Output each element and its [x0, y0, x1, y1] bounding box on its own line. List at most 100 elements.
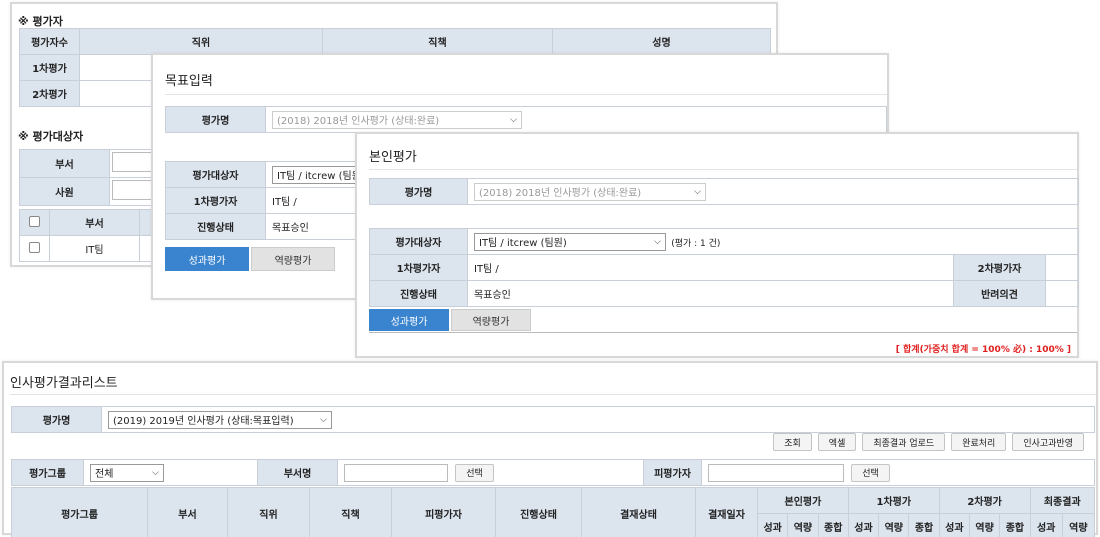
eval-name-label: 평가명 [369, 178, 468, 205]
eval-name-cell: (2019) 2019년 인사평가 (상태:목표입력) ⌵ [101, 406, 1095, 433]
select-all-checkbox[interactable] [29, 215, 40, 227]
group-final: 최종결과 [1029, 487, 1096, 514]
group-self: 본인평가 [757, 487, 849, 514]
eval-name-label: 평가명 [165, 106, 266, 133]
group-label: 평가그룹 [11, 459, 84, 486]
window-title: 인사평가결과리스트 [10, 376, 118, 391]
evaluator-section-title: ※ 평가자 [18, 15, 63, 28]
result-grid: 평가그룹 부서 직위 직책 피평가자 진행상태 결재상태 결재일자 본인평가 1… [11, 487, 1096, 537]
tab-performance[interactable]: 성과평가 [369, 309, 449, 331]
upload-final-button[interactable]: 최종결과 업로드 [862, 433, 946, 451]
tab-bar: 성과평가 역량평가 [369, 309, 531, 331]
target-list-table: 부서 IT팀 [19, 209, 159, 262]
target-filter-table: 부서 사원 [19, 149, 159, 206]
status-label: 진행상태 [165, 213, 266, 240]
eval-name-select[interactable]: (2018) 2018년 인사평가 (상태:완료) ⌵ [272, 110, 522, 129]
eval-name-select[interactable]: (2018) 2018년 인사평가 (상태:완료) ⌵ [474, 182, 706, 201]
second-eval-value [1045, 254, 1079, 281]
select-all-cell [19, 209, 50, 236]
col-dept: 부서 [147, 487, 228, 537]
list-dept-header: 부서 [49, 209, 140, 236]
status-value: 목표승인 [467, 280, 954, 307]
eval-name-label: 평가명 [11, 406, 102, 433]
dept-cell: 선택 [337, 459, 644, 486]
dept-input[interactable] [112, 152, 152, 172]
row-first-eval: 1차평가 [19, 54, 80, 81]
dept-select-button[interactable]: 선택 [455, 463, 494, 482]
apply-hr-button[interactable]: 인사고과반영 [1012, 433, 1084, 451]
eval-name-table: 평가명 (2018) 2018년 인사평가 (상태:완료) ⌵ [369, 178, 1079, 205]
target-cell: IT팀 / itcrew (팀원) ⌵ (평가 : 1 건) [467, 228, 1079, 255]
col-position: 직위 [79, 28, 323, 55]
group-select[interactable]: 전체 ⌵ [90, 463, 164, 482]
sub-perf: 성과 [938, 513, 970, 537]
sub-total: 종합 [908, 513, 940, 537]
evaluee-select-button[interactable]: 선택 [851, 463, 890, 482]
first-eval-label: 1차평가자 [165, 187, 266, 214]
excel-button[interactable]: 엑셀 [817, 433, 857, 451]
reject-label: 반려의견 [953, 280, 1046, 307]
eval-name-select[interactable]: (2019) 2019년 인사평가 (상태:목표입력) ⌵ [108, 410, 332, 429]
search-button[interactable]: 조회 [773, 433, 812, 451]
col-duty: 직책 [322, 28, 553, 55]
chevron-down-icon: ⌵ [654, 236, 661, 247]
weight-sum-text: [ 합계(가중치 합계 = 100% 必) : 100% ] [895, 345, 1071, 355]
sub-comp: 역량 [968, 513, 1001, 537]
first-eval-value: IT팀 / [467, 254, 954, 281]
target-label: 평가대상자 [165, 161, 266, 188]
col-group: 평가그룹 [11, 487, 148, 537]
row-checkbox-cell [19, 235, 50, 262]
col-evaluator-count: 평가자수 [19, 28, 80, 55]
employee-label: 사원 [19, 177, 110, 206]
dept-label: 부서 [19, 149, 110, 178]
sub-total: 종합 [999, 513, 1031, 537]
sub-comp: 역량 [787, 513, 819, 537]
filter-table: 평가그룹 전체 ⌵ 부서명 선택 피평가자 선택 [11, 459, 1095, 486]
col-name: 성명 [552, 28, 771, 55]
tab-performance[interactable]: 성과평가 [165, 247, 249, 271]
col-approval: 결재상태 [581, 487, 696, 537]
result-list-window: 인사평가결과리스트 평가명 (2019) 2019년 인사평가 (상태:목표입력… [2, 361, 1098, 537]
sub-total: 종합 [817, 513, 849, 537]
evaluee-input[interactable] [708, 463, 844, 482]
target-select[interactable]: IT팀 / itcrew (팀원) ⌵ [474, 232, 666, 251]
group-cell: 전체 ⌵ [83, 459, 258, 486]
col-approval-date: 결재일자 [695, 487, 758, 537]
status-label: 진행상태 [369, 280, 468, 307]
chevron-down-icon: ⌵ [694, 186, 701, 197]
sub-perf: 성과 [756, 513, 789, 537]
action-buttons: 조회 엑셀 최종결과 업로드 완료처리 인사고과반영 [773, 433, 1084, 451]
chevron-down-icon: ⌵ [510, 114, 517, 125]
target-info-table: 평가대상자 IT팀 / itcrew (팀원) ⌵ (평가 : 1 건) 1차평… [369, 228, 1079, 307]
complete-button[interactable]: 완료처리 [951, 433, 1007, 451]
dept-label: 부서명 [257, 459, 338, 486]
employee-input[interactable] [112, 180, 152, 200]
eval-count: (평가 : 1 건) [671, 239, 721, 249]
self-eval-window: 본인평가 평가명 (2018) 2018년 인사평가 (상태:완료) ⌵ 평가대… [355, 132, 1079, 358]
row-checkbox[interactable] [29, 241, 40, 253]
first-eval-label: 1차평가자 [369, 254, 468, 281]
reject-value [1045, 280, 1079, 307]
dept-input[interactable] [344, 463, 448, 482]
col-evaluee: 피평가자 [391, 487, 496, 537]
eval-name-table: 평가명 (2019) 2019년 인사평가 (상태:목표입력) ⌵ [11, 406, 1095, 433]
window-title: 목표입력 [165, 74, 213, 89]
group-second: 2차평가 [938, 487, 1031, 514]
target-label: 평가대상자 [369, 228, 468, 255]
col-duty: 직책 [309, 487, 392, 537]
tab-competency[interactable]: 역량평가 [451, 309, 531, 331]
sub-comp: 역량 [878, 513, 910, 537]
eval-name-table: 평가명 (2018) 2018년 인사평가 (상태:완료) ⌵ [165, 106, 887, 133]
col-progress: 진행상태 [495, 487, 582, 537]
target-section-title: ※ 평가대상자 [18, 130, 84, 143]
second-eval-label: 2차평가자 [953, 254, 1046, 281]
window-title: 본인평가 [369, 150, 417, 165]
col-position: 직위 [227, 487, 310, 537]
chevron-down-icon: ⌵ [152, 467, 159, 478]
eval-name-cell: (2018) 2018년 인사평가 (상태:완료) ⌵ [467, 178, 1079, 205]
group-first: 1차평가 [847, 487, 940, 514]
tab-competency[interactable]: 역량평가 [251, 247, 335, 271]
eval-name-cell: (2018) 2018년 인사평가 (상태:완료) ⌵ [265, 106, 887, 133]
sub-perf: 성과 [847, 513, 880, 537]
list-row-dept: IT팀 [49, 235, 140, 262]
